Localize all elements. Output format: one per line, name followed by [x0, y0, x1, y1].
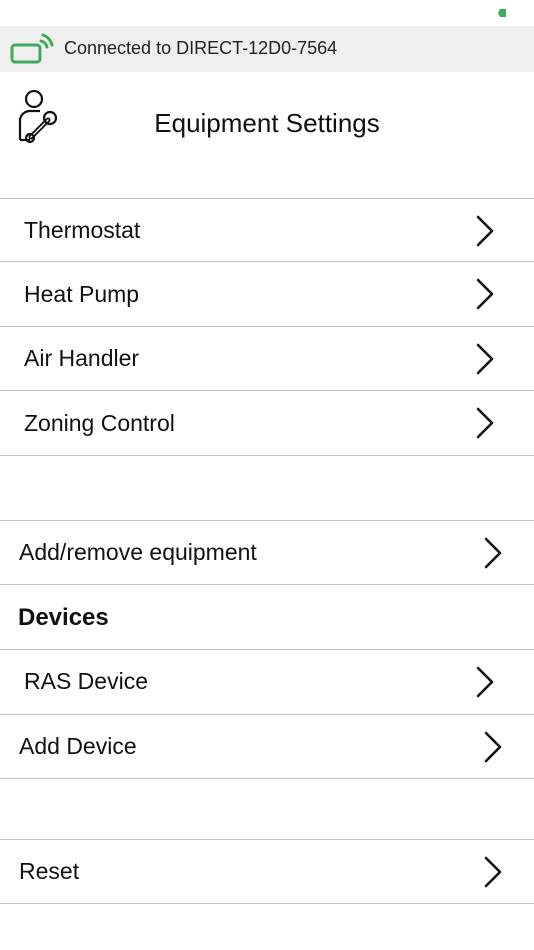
devices-section-header: Devices — [0, 585, 534, 650]
connection-status-text: Connected to DIRECT-12D0-7564 — [64, 38, 338, 58]
add-remove-equipment-label: Add/remove equipment — [19, 539, 257, 565]
wifi-signal-icon — [10, 33, 54, 64]
equipment-item-label: Thermostat — [24, 217, 141, 243]
chevron-right-icon — [476, 278, 494, 310]
reset-item[interactable]: Reset — [0, 839, 534, 904]
equipment-item-heat-pump[interactable]: Heat Pump — [0, 262, 534, 327]
equipment-item-label: Air Handler — [24, 345, 140, 371]
equipment-item-label: Zoning Control — [24, 410, 175, 436]
equipment-item-zoning-control[interactable]: Zoning Control — [0, 391, 534, 456]
chevron-right-icon — [484, 537, 502, 569]
equipment-item-thermostat[interactable]: Thermostat — [0, 198, 534, 262]
device-item-ras-device[interactable]: RAS Device — [0, 650, 534, 715]
device-item-label: Add Device — [19, 733, 137, 759]
chevron-right-icon — [476, 215, 494, 247]
equipment-item-label: Heat Pump — [24, 281, 140, 307]
equipment-item-air-handler[interactable]: Air Handler — [0, 327, 534, 391]
chevron-right-icon — [476, 343, 494, 375]
connection-banner: Connected to DIRECT-12D0-7564 — [0, 26, 534, 72]
battery-icon — [498, 9, 506, 17]
chevron-right-icon — [476, 666, 494, 698]
device-item-add-device[interactable]: Add Device — [0, 715, 534, 779]
chevron-right-icon — [484, 856, 502, 888]
reset-label: Reset — [19, 858, 80, 884]
page-header: Equipment Settings — [0, 72, 534, 182]
add-remove-equipment-item[interactable]: Add/remove equipment — [0, 520, 534, 585]
chevron-right-icon — [476, 407, 494, 439]
section-title: Devices — [18, 604, 109, 631]
device-item-label: RAS Device — [24, 668, 148, 694]
chevron-right-icon — [484, 731, 502, 763]
page-title: Equipment Settings — [154, 108, 380, 138]
status-bar — [0, 0, 534, 26]
